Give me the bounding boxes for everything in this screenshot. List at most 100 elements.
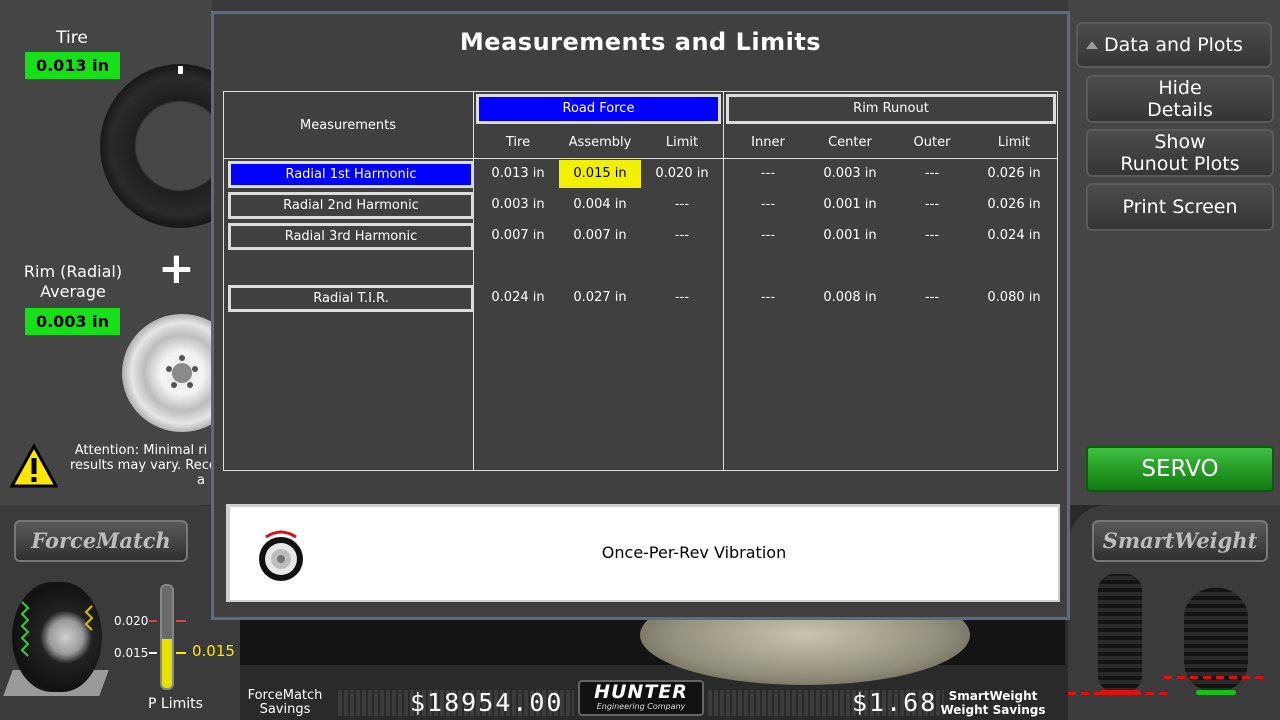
hunter-brand: HUNTER	[594, 681, 688, 703]
data-and-plots-label: Data and Plots	[1104, 34, 1243, 56]
table-cell: 0.007 in	[491, 228, 545, 243]
gauge-tick-high: 0.020	[114, 614, 149, 628]
vibration-label: Once-Per-Rev Vibration	[601, 543, 787, 562]
measurement-row-button[interactable]: Radial T.I.R.	[228, 285, 474, 312]
limits-label: P Limits	[148, 696, 203, 712]
show-runout-line2: Runout Plots	[1120, 153, 1240, 175]
attention-line1: Attention: Minimal ri	[74, 443, 208, 458]
table-cell: 0.024 in	[987, 228, 1041, 243]
vibration-panel: Once-Per-Rev Vibration	[226, 504, 1060, 602]
smartweight-left-weight	[1100, 690, 1140, 695]
table-cell: ---	[760, 290, 776, 305]
rim-label: Rim (Radial) Average	[14, 262, 132, 302]
column-header: Assembly	[568, 135, 632, 150]
table-cell: ---	[674, 197, 690, 212]
measurement-row-button[interactable]: Radial 1st Harmonic	[228, 161, 474, 188]
smartweight-amount: $1.68	[852, 688, 938, 717]
rim-runout-header: Rim Runout	[726, 94, 1056, 124]
show-runout-plots-button[interactable]: Show Runout Plots	[1086, 129, 1274, 177]
gauge-tick-low: 0.015	[114, 646, 149, 660]
table-cell: 0.003 in	[823, 166, 877, 181]
table-cell: ---	[924, 290, 940, 305]
forcematch-amount: $18954.00	[410, 688, 564, 717]
table-cell: ---	[760, 166, 776, 181]
warning-icon	[10, 444, 58, 488]
smartweight-right-weight	[1196, 690, 1236, 695]
hunter-logo: HUNTER Engineering Company	[578, 680, 704, 716]
column-header: Tire	[505, 135, 531, 150]
tire-value: 0.013 in	[25, 52, 120, 79]
forcematch-logo: ForceMatch	[14, 520, 188, 562]
table-cell: 0.015 in	[559, 160, 641, 188]
table-cell: 0.001 in	[823, 197, 877, 212]
table-cell: ---	[674, 290, 690, 305]
table-cell: 0.004 in	[573, 197, 627, 212]
table-cell: ---	[760, 228, 776, 243]
smartweight-logo: SmartWeight	[1092, 520, 1268, 562]
table-cell: 0.080 in	[987, 290, 1041, 305]
hide-details-line1: Hide	[1158, 77, 1202, 99]
attention-line2: results may vary. Reco	[70, 458, 212, 473]
attention-line3: a	[197, 473, 205, 488]
app-screen: Tire 0.013 in Rim (Radial) Average + 0.0…	[0, 0, 1280, 720]
smartweight-savings-label: SmartWeight Weight Savings	[940, 689, 1046, 717]
modal-title: Measurements and Limits	[459, 28, 822, 56]
measurements-header: Measurements	[299, 118, 397, 133]
road-force-header: Road Force	[476, 94, 721, 124]
table-cell: ---	[924, 197, 940, 212]
hide-details-button[interactable]: Hide Details	[1086, 75, 1274, 123]
smartweight-right-marker	[1164, 676, 1268, 679]
gauge-current-value: 0.015	[192, 642, 235, 660]
measurement-row-button[interactable]: Radial 3rd Harmonic	[228, 223, 474, 250]
col-divider-1	[473, 91, 474, 471]
measurements-modal: Measurements and Limits Measurements Roa…	[211, 11, 1070, 620]
column-header: Inner	[751, 135, 785, 150]
forcematch-savings-label: ForceMatch Savings	[240, 689, 330, 717]
table-cell: 0.001 in	[823, 228, 877, 243]
tire-marker-icon	[178, 66, 183, 74]
table-cell: 0.007 in	[573, 228, 627, 243]
meas-header-divider	[223, 158, 473, 159]
attention-message: Attention: Minimal ri results may vary. …	[70, 443, 212, 488]
table-cell: 0.027 in	[573, 290, 627, 305]
collapse-up-icon	[1086, 41, 1098, 49]
data-and-plots-button[interactable]: Data and Plots	[1076, 22, 1272, 68]
col-divider-2	[723, 91, 724, 471]
table-cell: 0.026 in	[987, 197, 1041, 212]
column-header: Limit	[665, 135, 699, 150]
gauge-tick-high-line-right	[176, 620, 186, 622]
smartweight-savings-line2: Weight Savings	[940, 703, 1046, 717]
table-cell: ---	[760, 197, 776, 212]
hunter-sub: Engineering Company	[596, 702, 686, 711]
force-gauge-fill	[162, 639, 172, 688]
tire-label: Tire	[56, 28, 88, 48]
table-cell: 0.020 in	[655, 166, 709, 181]
gauge-current-line	[176, 652, 186, 654]
print-screen-button[interactable]: Print Screen	[1086, 183, 1274, 231]
table-cell: ---	[674, 228, 690, 243]
column-header: Outer	[913, 135, 951, 150]
column-header: Center	[828, 135, 872, 150]
table-cell: 0.008 in	[823, 290, 877, 305]
table-cell: 0.024 in	[491, 290, 545, 305]
gauge-tick-high-line	[149, 620, 157, 622]
forcematch-savings-line2: Savings	[259, 702, 311, 717]
gauge-tick-low-line	[149, 652, 157, 654]
rim-label-line2: Average	[40, 282, 106, 301]
rim-label-line1: Rim (Radial)	[23, 262, 123, 281]
forcematch-tire-icon	[12, 582, 102, 692]
print-screen-label: Print Screen	[1122, 196, 1238, 218]
table-cell: ---	[924, 166, 940, 181]
servo-button[interactable]: SERVO	[1086, 446, 1274, 492]
table-cell: 0.013 in	[491, 166, 545, 181]
plus-icon: +	[158, 243, 195, 294]
table-cell: ---	[924, 228, 940, 243]
table-cell: 0.026 in	[987, 166, 1041, 181]
smartweight-tire-front-icon	[1098, 574, 1142, 692]
forcematch-savings-line1: ForceMatch	[247, 688, 323, 703]
show-runout-line1: Show	[1154, 131, 1206, 153]
column-header: Limit	[997, 135, 1031, 150]
table-cell: 0.003 in	[491, 197, 545, 212]
hide-details-line2: Details	[1147, 99, 1213, 121]
measurement-row-button[interactable]: Radial 2nd Harmonic	[228, 192, 474, 219]
